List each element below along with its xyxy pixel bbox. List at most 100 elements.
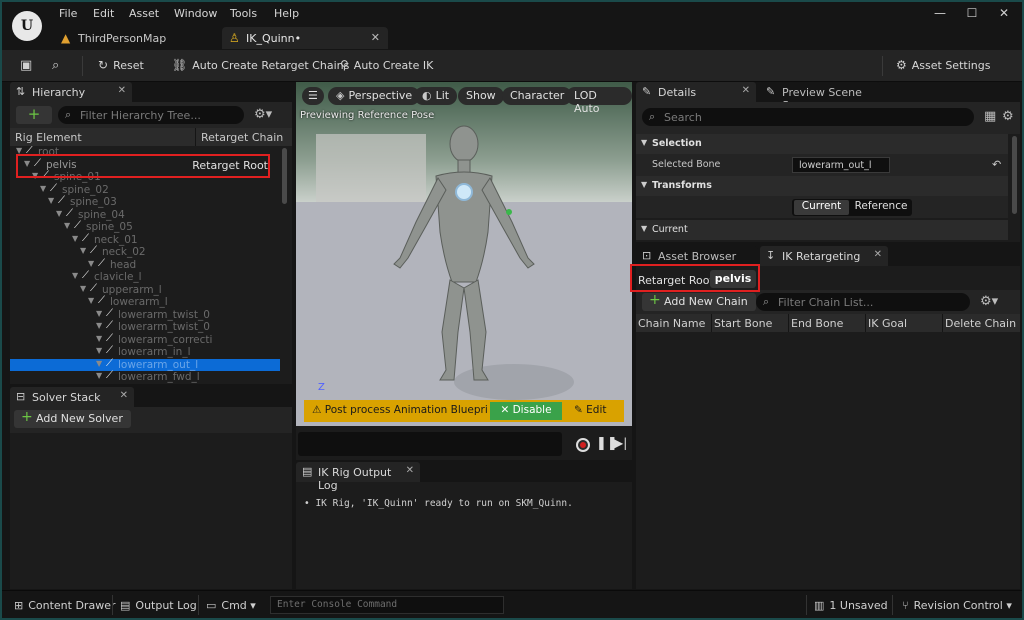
- gear-icon[interactable]: ⚙: [1002, 109, 1014, 124]
- tree-row[interactable]: ▼ ⟋ upperarm_l: [10, 283, 280, 297]
- expand-arrow-icon[interactable]: ▼: [96, 371, 102, 380]
- minimize-icon[interactable]: —: [930, 6, 950, 22]
- tree-row[interactable]: ▼ ⟋ clavicle_l: [10, 270, 280, 284]
- tree-row[interactable]: ▼ ⟋ lowerarm_twist_0: [10, 308, 280, 322]
- menu-window[interactable]: Window: [174, 7, 217, 20]
- col-rig-element[interactable]: Rig Element: [15, 131, 82, 144]
- asset-settings-button[interactable]: ⚙ Asset Settings: [896, 58, 990, 72]
- tree-row[interactable]: ▼ ⟋ neck_02: [10, 245, 280, 259]
- browse-icon[interactable]: ⌕: [52, 58, 59, 73]
- tab-preview-scene[interactable]: ✎ Preview Scene S...: [760, 82, 880, 112]
- menu-asset[interactable]: Asset: [129, 7, 159, 20]
- content-drawer-button[interactable]: ⊞ Content Drawer: [14, 599, 115, 612]
- lit-button[interactable]: ◐ Lit: [414, 87, 458, 105]
- auto-create-chains-button[interactable]: ⛓ Auto Create Retarget Chains: [172, 58, 349, 72]
- close-tab-icon[interactable]: ✕: [742, 85, 750, 96]
- details-scrollbar[interactable]: [1012, 136, 1017, 214]
- close-tab-icon[interactable]: ✕: [406, 465, 414, 476]
- col-end-bone[interactable]: End Bone: [791, 317, 843, 330]
- edit-button[interactable]: ✎ Edit: [574, 404, 606, 416]
- tab-solver-stack[interactable]: ⊟ Solver Stack ✕: [10, 387, 134, 407]
- grid-view-icon[interactable]: ▦: [984, 109, 996, 124]
- selected-bone-field[interactable]: lowerarm_out_l: [792, 157, 890, 173]
- maximize-icon[interactable]: ☐: [962, 6, 982, 22]
- tab-asset-browser[interactable]: ⊡ Asset Browser: [636, 246, 758, 266]
- close-tab-icon[interactable]: ✕: [120, 390, 128, 401]
- cmd-dropdown[interactable]: ▭ Cmd ▾: [206, 599, 256, 612]
- expand-arrow-icon[interactable]: ▼: [88, 259, 94, 268]
- tab-hierarchy[interactable]: ⇅ Hierarchy ✕: [10, 82, 132, 102]
- col-delete-chain[interactable]: Delete Chain: [945, 317, 1016, 330]
- tab-ik-rig-output-log[interactable]: ▤ IK Rig Output Log ✕: [296, 462, 420, 492]
- tree-row[interactable]: ▼ ⟋ spine_02: [10, 183, 280, 197]
- tab-ik-quinn[interactable]: ♙ IK_Quinn• ✕: [222, 27, 388, 49]
- unsaved-button[interactable]: ▥ 1 Unsaved: [814, 599, 888, 612]
- menu-file[interactable]: File: [59, 7, 77, 20]
- tree-row[interactable]: ▼ ⟋ spine_05: [10, 220, 280, 234]
- menu-tools[interactable]: Tools: [230, 7, 257, 20]
- expand-arrow-icon[interactable]: ▼: [96, 334, 102, 343]
- viewport[interactable]: ☰ ◈ Perspective ◐ Lit Show Character LOD A…: [296, 82, 632, 426]
- record-icon[interactable]: [576, 438, 590, 452]
- expand-arrow-icon[interactable]: ▼: [88, 296, 94, 305]
- reference-toggle[interactable]: Reference: [852, 200, 910, 215]
- save-icon[interactable]: ▣: [20, 58, 32, 73]
- section-selection[interactable]: ▼ Selection: [636, 134, 1008, 154]
- output-log-button[interactable]: ▤ Output Log: [120, 599, 197, 612]
- tree-row[interactable]: ▼ ⟋ lowerarm_out_l: [10, 358, 280, 371]
- auto-create-ik-button[interactable]: ⚲ Auto Create IK: [340, 58, 433, 72]
- hierarchy-search-input[interactable]: ⌕ Filter Hierarchy Tree...: [58, 106, 244, 124]
- expand-arrow-icon[interactable]: ▼: [72, 234, 78, 243]
- tree-row[interactable]: ▼ ⟋ lowerarm_correcti: [10, 333, 280, 347]
- tree-row[interactable]: ▼ ⟋ lowerarm_in_l: [10, 345, 280, 359]
- expand-arrow-icon[interactable]: ▼: [96, 321, 102, 330]
- character-button[interactable]: Character: [502, 87, 573, 105]
- reset-button[interactable]: ↻ Reset: [98, 58, 144, 72]
- close-tab-icon[interactable]: ✕: [118, 85, 126, 96]
- close-window-icon[interactable]: ✕: [994, 6, 1014, 22]
- tab-thirdpersonmap[interactable]: ▲ ThirdPersonMap: [54, 27, 220, 49]
- tree-row[interactable]: ▼ ⟋ head: [10, 258, 280, 272]
- show-button[interactable]: Show: [458, 87, 504, 105]
- close-tab-icon[interactable]: ✕: [874, 249, 882, 260]
- perspective-button[interactable]: ◈ Perspective: [328, 87, 421, 105]
- tree-row[interactable]: ▼ ⟋ neck_01: [10, 233, 280, 247]
- step-forward-icon[interactable]: ▶|: [614, 436, 627, 450]
- gear-icon[interactable]: ⚙▾: [980, 294, 998, 309]
- col-chain-name[interactable]: Chain Name: [638, 317, 705, 330]
- tree-row[interactable]: ▼ ⟋ spine_04: [10, 208, 280, 222]
- lod-button[interactable]: LOD Auto: [566, 87, 632, 115]
- menu-help[interactable]: Help: [274, 7, 299, 20]
- unreal-logo-icon[interactable]: U: [12, 11, 42, 41]
- tree-row[interactable]: ▼ ⟋ spine_03: [10, 195, 280, 209]
- tree-row[interactable]: ▼ ⟋ lowerarm_twist_0: [10, 320, 280, 334]
- chain-filter-input[interactable]: ⌕ Filter Chain List...: [756, 293, 970, 311]
- expand-arrow-icon[interactable]: ▼: [48, 196, 54, 205]
- gear-icon[interactable]: ⚙▾: [254, 107, 272, 122]
- close-tab-icon[interactable]: ✕: [371, 31, 380, 44]
- col-ik-goal[interactable]: IK Goal: [868, 317, 907, 330]
- expand-arrow-icon[interactable]: ▼: [40, 184, 46, 193]
- viewport-menu-button[interactable]: ☰: [302, 87, 324, 105]
- tab-ik-retargeting[interactable]: ↧ IK Retargeting ✕: [760, 246, 888, 266]
- expand-arrow-icon[interactable]: ▼: [56, 209, 62, 218]
- menu-edit[interactable]: Edit: [93, 7, 114, 20]
- expand-arrow-icon[interactable]: ▼: [64, 221, 70, 230]
- disable-button[interactable]: ✕ Disable: [490, 402, 562, 420]
- add-new-chain-button[interactable]: + Add New Chain: [642, 292, 756, 311]
- add-new-solver-button[interactable]: + Add New Solver: [14, 409, 131, 428]
- timeline-field[interactable]: [298, 432, 562, 456]
- section-transforms[interactable]: ▼ Transforms: [636, 176, 1008, 196]
- col-start-bone[interactable]: Start Bone: [714, 317, 772, 330]
- expand-arrow-icon[interactable]: ▼: [80, 284, 86, 293]
- expand-arrow-icon[interactable]: ▼: [96, 359, 102, 368]
- col-retarget-chain[interactable]: Retarget Chain: [201, 131, 283, 144]
- revision-control-button[interactable]: ⑂ Revision Control ▾: [902, 599, 1012, 612]
- tab-details[interactable]: ✎ Details ✕: [636, 82, 756, 102]
- expand-arrow-icon[interactable]: ▼: [72, 271, 78, 280]
- tree-row[interactable]: ▼ ⟋ lowerarm_l: [10, 295, 280, 309]
- expand-arrow-icon[interactable]: ▼: [96, 346, 102, 355]
- expand-arrow-icon[interactable]: ▼: [96, 309, 102, 318]
- section-current[interactable]: ▼ Current: [636, 220, 1008, 240]
- current-toggle[interactable]: Current: [794, 200, 849, 215]
